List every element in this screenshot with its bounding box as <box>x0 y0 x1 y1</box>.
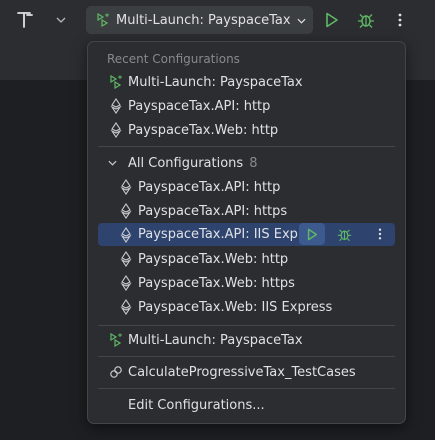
dotnet-icon <box>118 251 134 267</box>
run-configuration-selector[interactable]: Multi-Launch: PayspaceTax <box>86 6 313 34</box>
config-item-web-iis-express[interactable]: PayspaceTax.Web: IIS Express <box>98 296 395 318</box>
chevron-down-icon <box>297 13 306 28</box>
config-item-label: PayspaceTax.Web: http <box>138 251 289 267</box>
config-item-api-iis-express[interactable]: PayspaceTax.API: IIS Express <box>98 223 395 246</box>
more-actions-icon[interactable] <box>390 10 410 30</box>
separator <box>98 146 395 147</box>
test-config-item[interactable]: CalculateProgressiveTax_TestCases <box>98 361 395 383</box>
test-link-icon <box>108 364 124 380</box>
main-toolbar: Multi-Launch: PayspaceTax <box>0 0 435 40</box>
dotnet-icon <box>118 226 134 243</box>
edit-configurations-item[interactable]: Edit Configurations... <box>98 394 395 416</box>
config-item-label: PayspaceTax.API: IIS Express <box>138 227 325 242</box>
run-icon[interactable] <box>322 10 342 30</box>
separator <box>98 325 395 326</box>
recent-configurations-header: Recent Configurations <box>107 52 240 66</box>
separator <box>98 356 395 357</box>
chevron-down-icon <box>108 160 124 166</box>
inline-actions <box>299 223 395 245</box>
config-item-web-https[interactable]: PayspaceTax.Web: https <box>98 272 395 294</box>
debug-icon[interactable] <box>331 223 357 245</box>
config-item-label: PayspaceTax.Web: IIS Express <box>138 299 333 315</box>
recent-item-label: PayspaceTax.API: http <box>128 98 271 114</box>
all-configurations-label: All Configurations <box>128 155 244 171</box>
test-config-label: CalculateProgressiveTax_TestCases <box>128 364 356 380</box>
config-item-web-http[interactable]: PayspaceTax.Web: http <box>98 248 395 270</box>
run-configuration-label: Multi-Launch: PayspaceTax <box>116 12 291 28</box>
dotnet-icon <box>118 179 134 195</box>
multi-launch-label: Multi-Launch: PayspaceTax <box>128 332 303 348</box>
rider-logo-icon[interactable] <box>14 9 36 31</box>
config-item-label: PayspaceTax.Web: https <box>138 275 295 291</box>
more-actions-icon[interactable] <box>367 223 393 245</box>
dotnet-icon <box>118 299 134 315</box>
dotnet-icon <box>118 275 134 291</box>
run-icon[interactable] <box>299 223 325 245</box>
dotnet-icon <box>118 203 134 219</box>
dotnet-icon <box>108 98 124 114</box>
config-item-api-http[interactable]: PayspaceTax.API: http <box>98 176 395 198</box>
config-item-api-https[interactable]: PayspaceTax.API: https <box>98 200 395 222</box>
multi-launch-icon <box>96 13 110 27</box>
all-configurations-count: 8 <box>249 155 258 171</box>
all-configurations-group[interactable]: All Configurations 8 <box>98 152 395 174</box>
multi-launch-icon <box>108 74 124 90</box>
multi-launch-icon <box>108 332 124 348</box>
config-item-label: PayspaceTax.API: http <box>138 179 281 195</box>
main-menu-chevron-icon[interactable] <box>52 11 70 29</box>
edit-configurations-label: Edit Configurations... <box>128 397 265 413</box>
recent-item-label: Multi-Launch: PayspaceTax <box>128 74 303 90</box>
run-configurations-popup: Recent Configurations Multi-Launch: Pays… <box>87 41 406 424</box>
recent-item-label: PayspaceTax.Web: http <box>128 122 279 138</box>
multi-launch-config-item[interactable]: Multi-Launch: PayspaceTax <box>98 329 395 351</box>
separator <box>98 388 395 389</box>
dotnet-icon <box>108 122 124 138</box>
debug-icon[interactable] <box>356 10 376 30</box>
recent-item-multi-launch[interactable]: Multi-Launch: PayspaceTax <box>98 71 395 93</box>
recent-item-api-http[interactable]: PayspaceTax.API: http <box>98 95 395 117</box>
recent-item-web-http[interactable]: PayspaceTax.Web: http <box>98 119 395 141</box>
config-item-label: PayspaceTax.API: https <box>138 203 288 219</box>
